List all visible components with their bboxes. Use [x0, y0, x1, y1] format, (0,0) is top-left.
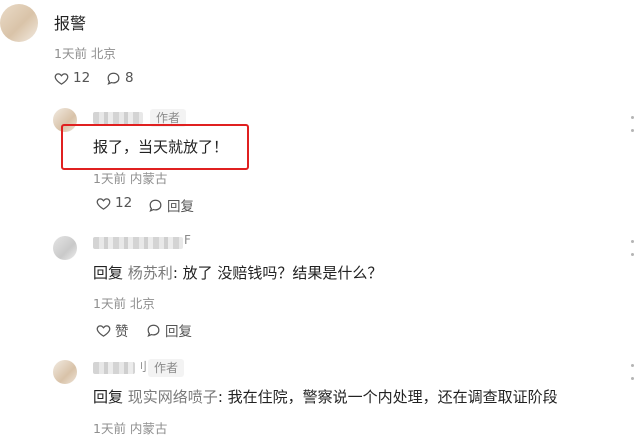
avatar-main-commenter[interactable]	[0, 4, 38, 42]
reply-2-username-tail: F	[184, 233, 191, 247]
reply-2-text-line: 回复 杨苏利: 放了 没赔钱吗？结果是什么？	[93, 262, 382, 283]
main-reply-count: 8	[125, 70, 134, 86]
reply-1-more-icon[interactable]	[631, 116, 635, 142]
comment-bubble-icon	[149, 199, 162, 212]
reply-3-username-blurred[interactable]	[93, 362, 135, 374]
reply-3-meta: 1天前 内蒙古	[93, 421, 168, 436]
reply-1-reply-label: 回复	[167, 199, 194, 215]
reply-3-text-line: 回复 现实网络喷子: 我在住院，警察说一个内处理，还在调查取证阶段	[93, 386, 558, 407]
main-comment-meta: 1天前 北京	[54, 46, 116, 61]
reply-3-reply-to[interactable]: 现实网络喷子	[128, 388, 218, 406]
comment-bubble-icon	[147, 324, 160, 337]
main-comment-text: 报警	[54, 14, 87, 33]
reply-2-text: : 放了 没赔钱吗？结果是什么？	[172, 264, 383, 282]
reply-1-username-blurred[interactable]	[93, 112, 143, 124]
reply-1-like-count: 12	[115, 195, 133, 211]
reply-3-reply-prefix: 回复	[93, 388, 124, 406]
main-like-button[interactable]: 12	[54, 70, 90, 86]
reply-1-meta: 1天前 内蒙古	[93, 171, 168, 186]
main-like-count: 12	[73, 70, 91, 86]
reply-2-reply-to[interactable]: 杨苏利	[128, 264, 173, 282]
red-highlight-box	[61, 124, 249, 170]
reply-3-text: : 我在住院，警察说一个内处理，还在调查取证阶段	[217, 388, 558, 406]
reply-2-like-label: 赞	[115, 324, 129, 340]
heart-icon	[96, 197, 111, 210]
comment-bubble-icon	[107, 72, 120, 85]
reply-1-like-button[interactable]: 12	[96, 195, 132, 211]
reply-1-reply-button[interactable]: 回复	[148, 195, 194, 215]
reply-2-reply-label: 回复	[165, 324, 192, 340]
reply-2-reply-button[interactable]: 回复	[146, 320, 192, 340]
heart-icon	[96, 324, 111, 337]
heart-icon	[54, 72, 69, 85]
reply-2-reply-prefix: 回复	[93, 264, 124, 282]
avatar-reply-2[interactable]	[53, 236, 77, 260]
reply-2-username-blurred[interactable]	[93, 237, 183, 249]
reply-3-username-tail: 刂	[135, 360, 148, 374]
reply-2-like-button[interactable]: 赞	[96, 320, 129, 340]
main-reply-count-button[interactable]: 8	[106, 70, 134, 86]
reply-2-meta: 1天前 北京	[93, 296, 155, 311]
reply-3-more-icon[interactable]	[631, 364, 635, 390]
reply-3-author-tag: 作者	[148, 359, 185, 377]
reply-2-more-icon[interactable]	[631, 240, 635, 266]
avatar-reply-3[interactable]	[53, 360, 77, 384]
